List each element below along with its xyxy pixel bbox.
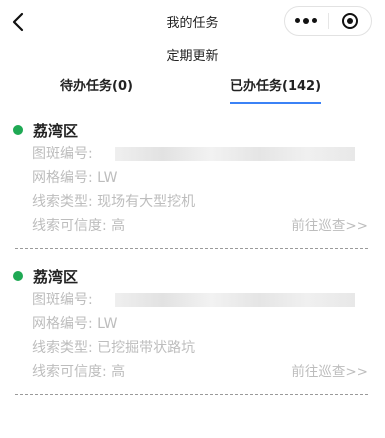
grid-number-label: 网格编号: [32, 170, 93, 186]
district-name: 荔湾区 [33, 267, 79, 286]
confidence-label: 线索可信度: [32, 364, 107, 380]
patch-number-label: 图斑编号: [32, 146, 93, 162]
grid-number-value: LW [97, 170, 118, 186]
clue-type-row: 线索类型: 已挖掘带状路坑 [13, 336, 370, 360]
card-header: 荔湾区 [13, 118, 370, 142]
grid-number-label: 网格编号: [32, 316, 93, 332]
close-button[interactable] [329, 7, 372, 35]
grid-number-value: LW [97, 316, 118, 332]
dashed-divider [15, 248, 368, 249]
go-inspect-link[interactable]: 前往巡查>> [291, 214, 368, 238]
mini-program-capsule [284, 6, 372, 36]
more-button[interactable] [285, 7, 328, 35]
update-note: 定期更新 [166, 49, 219, 64]
grid-number-row: 网格编号: LW [13, 166, 370, 190]
redacted-patch-number [115, 147, 355, 161]
patch-number-row: 图斑编号: [13, 288, 370, 312]
clue-type-row: 线索类型: 现场有大型挖机 [13, 190, 370, 214]
go-inspect-link[interactable]: 前往巡查>> [291, 360, 368, 384]
patch-number-row: 图斑编号: [13, 142, 370, 166]
more-dots-icon [295, 18, 318, 24]
task-card[interactable]: 荔湾区 图斑编号: 网格编号: LW 线索类型: 已挖掘带状路坑 线索可信度: … [13, 264, 370, 395]
confidence-label: 线索可信度: [32, 218, 107, 234]
clue-type-value: 现场有大型挖机 [97, 194, 196, 210]
target-close-icon [341, 13, 358, 29]
task-tabs: 待办任务(0) 已办任务(142) [0, 78, 385, 118]
confidence-value: 高 [111, 364, 126, 380]
status-dot [13, 271, 23, 281]
confidence-value: 高 [111, 218, 126, 234]
clue-type-label: 线索类型: [32, 340, 93, 356]
confidence-row: 线索可信度: 高 前往巡查>> [13, 214, 370, 238]
tab-completed[interactable]: 已办任务(142) [230, 78, 322, 104]
task-card[interactable]: 荔湾区 图斑编号: 网格编号: LW 线索类型: 现场有大型挖机 线索可信度: … [13, 118, 370, 249]
tab-pending[interactable]: 待办任务(0) [60, 78, 133, 102]
nav-bar: 我的任务 [0, 0, 385, 44]
district-name: 荔湾区 [33, 121, 79, 140]
dashed-divider [15, 394, 368, 395]
grid-number-row: 网格编号: LW [13, 312, 370, 336]
clue-type-value: 已挖掘带状路坑 [97, 340, 196, 356]
status-dot [13, 125, 23, 135]
redacted-patch-number [115, 293, 355, 307]
card-header: 荔湾区 [13, 264, 370, 288]
confidence-row: 线索可信度: 高 前往巡查>> [13, 360, 370, 384]
patch-number-label: 图斑编号: [32, 292, 93, 308]
clue-type-label: 线索类型: [32, 194, 93, 210]
